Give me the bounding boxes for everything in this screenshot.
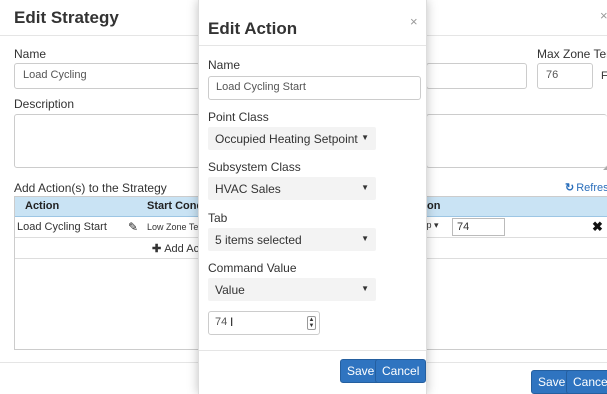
refresh-label: Refresh [576,182,607,194]
caret-down-icon: ▼ [361,133,369,142]
strategy-close-icon[interactable]: × [600,8,607,23]
command-value-select[interactable]: Value ▼ [208,278,376,301]
strategy-field-input[interactable] [426,63,527,89]
add-action-label: Add Ac [164,243,200,255]
command-value-number-input[interactable]: 74 I ▲ ▼ [208,311,320,335]
description-textarea-left[interactable] [14,114,200,168]
refresh-button[interactable]: ↻Refresh [565,181,607,194]
modal-footer-divider [199,350,426,351]
row-start-condition-cell[interactable]: Low Zone Te [147,222,198,232]
tab-select[interactable]: 5 items selected ▼ [208,228,376,251]
modal-title: Edit Action [208,19,298,38]
action-name-input[interactable]: Load Cycling Start [208,76,421,100]
strategy-cancel-button[interactable]: Cancel [566,370,607,394]
max-zone-temp-unit: F [601,70,607,82]
point-class-select[interactable]: Occupied Heating Setpoint ▼ [208,127,376,150]
grid-header-action: Action [25,200,60,212]
row-action-cell: Load Cycling Start [17,221,107,233]
tab-label: Tab [208,211,228,225]
text-cursor-icon: I [230,315,234,329]
resize-handle-icon[interactable]: ◢ [603,162,607,171]
strategy-name-input[interactable]: Load Cycling [14,63,200,89]
number-input-value: 74 [215,316,228,328]
caret-down-icon: ▼ [361,284,369,293]
pencil-icon[interactable]: ✎ [128,220,138,234]
subsystem-class-label: Subsystem Class [208,160,301,174]
description-textarea-right[interactable] [426,114,607,168]
grid-header-start-condition: Start Cond [147,200,204,212]
subsystem-class-select[interactable]: HVAC Sales ▼ [208,177,376,200]
subsystem-class-value: HVAC Sales [215,182,281,196]
command-value-label: Command Value [208,261,297,275]
modal-header: Edit Action × [199,0,426,46]
add-action-button[interactable]: ✚ Add Ac [152,242,199,255]
spinner-icon[interactable]: ▲ ▼ [307,316,316,330]
refresh-icon: ↻ [565,182,575,194]
point-class-label: Point Class [208,110,269,124]
strategy-name-label: Name [14,47,47,61]
add-actions-label: Add Action(s) to the Strategy [14,181,167,195]
strategy-title: Edit Strategy [14,8,119,27]
modal-cancel-button[interactable]: Cancel [375,359,427,383]
close-icon[interactable]: × [410,14,418,29]
point-class-value: Occupied Heating Setpoint [215,132,358,146]
plus-icon: ✚ [152,243,162,255]
tab-value: 5 items selected [215,233,302,247]
description-label: Description [14,97,75,111]
edit-action-modal: Edit Action × Name Load Cycling Start Po… [198,0,427,394]
action-name-label: Name [208,58,241,72]
delete-icon[interactable]: ✖ [592,219,603,235]
caret-down-icon: ▼ [361,234,369,243]
max-zone-temp-input[interactable]: 76 [537,63,593,89]
max-zone-temp-label: Max Zone Temp [537,47,607,61]
caret-down-icon: ▼ [361,183,369,192]
grid-header-condition: on [427,200,441,212]
command-value-select-value: Value [215,283,245,297]
row-value-input[interactable]: 74 [452,218,505,236]
